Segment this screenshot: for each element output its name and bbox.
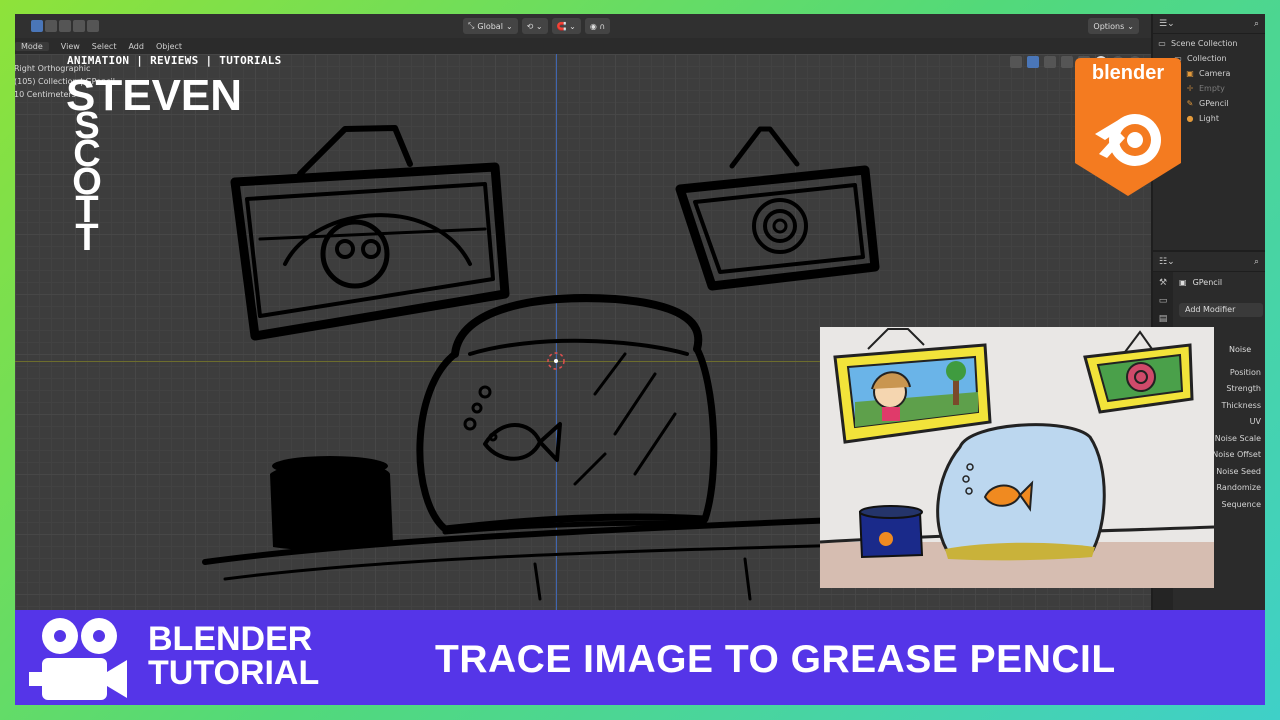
menu-object[interactable]: Object xyxy=(150,42,188,51)
banner-left: BLENDER TUTORIAL xyxy=(15,610,325,705)
menu-select[interactable]: Select xyxy=(86,42,123,51)
add-modifier-button[interactable]: Add Modifier xyxy=(1179,303,1263,317)
select-box-icon[interactable] xyxy=(31,20,43,32)
viewport-header: ⤡ Global ⌄ ⟲ ⌄ 🧲 ⌄ ◉ ∩ Options ⌄ xyxy=(15,14,1151,38)
channel-name-last: S C O T T xyxy=(72,105,102,259)
collection-icon: ▭ xyxy=(1158,38,1166,48)
banner-title: BLENDER TUTORIAL xyxy=(148,620,320,692)
movie-camera-icon xyxy=(29,618,127,700)
snap-toggle[interactable]: 🧲 ⌄ xyxy=(551,18,581,34)
pivot-point-dropdown[interactable]: ⟲ ⌄ xyxy=(521,18,548,34)
select-subtract-icon[interactable] xyxy=(59,20,71,32)
select-intersect-icon[interactable] xyxy=(87,20,99,32)
mode-dropdown[interactable]: Mode xyxy=(15,41,49,51)
object-name-row: ▣ GPencil xyxy=(1179,278,1223,287)
menu-view[interactable]: View xyxy=(55,42,86,51)
blender-logo-badge: blender xyxy=(1075,58,1181,198)
options-dropdown[interactable]: Options ⌄ xyxy=(1088,18,1139,34)
outliner-scene-collection[interactable]: ▭ Scene Collection xyxy=(1157,36,1265,51)
modifier-name: Noise xyxy=(1229,345,1252,354)
tool-tab-icon[interactable]: ⚒ xyxy=(1159,278,1167,288)
proportional-edit-toggle[interactable]: ◉ ∩ xyxy=(584,18,611,34)
select-extend-icon[interactable] xyxy=(45,20,57,32)
editor-type-icon[interactable]: ☰⌄ xyxy=(1159,19,1175,29)
reference-drawing xyxy=(820,327,1214,588)
reference-image xyxy=(820,327,1214,588)
render-tab-icon[interactable]: ▭ xyxy=(1159,296,1168,306)
channel-subtitle: ANIMATION | REVIEWS | TUTORIALS xyxy=(67,54,282,67)
editor-type-icon[interactable]: ☷⌄ xyxy=(1159,257,1175,267)
transform-orientation-dropdown[interactable]: ⤡ Global ⌄ xyxy=(463,18,518,34)
banner-headline: TRACE IMAGE TO GREASE PENCIL xyxy=(435,638,1116,681)
empty-icon: ✛ xyxy=(1186,83,1194,93)
search-icon[interactable]: ⌕ xyxy=(1254,257,1259,267)
chevron-down-icon: ⌄ xyxy=(1127,21,1134,31)
light-icon: ● xyxy=(1186,113,1194,123)
search-icon[interactable]: ⌕ xyxy=(1254,19,1259,29)
grease-pencil-icon: ✎ xyxy=(1186,98,1194,108)
tutorial-banner: BLENDER TUTORIAL TRACE IMAGE TO GREASE P… xyxy=(15,610,1265,705)
object-icon: ▣ xyxy=(1179,278,1187,287)
select-mode-buttons xyxy=(31,20,101,32)
select-invert-icon[interactable] xyxy=(73,20,85,32)
menu-add[interactable]: Add xyxy=(122,42,150,51)
camera-icon: ▣ xyxy=(1186,68,1194,78)
orientation-icon: ⤡ xyxy=(468,21,475,30)
blender-logo-text: blender xyxy=(1091,62,1165,84)
chevron-down-icon: ⌄ xyxy=(505,21,513,31)
mode-menu-bar: Mode View Select Add Object xyxy=(15,38,1151,54)
output-tab-icon[interactable]: ▤ xyxy=(1159,314,1168,324)
